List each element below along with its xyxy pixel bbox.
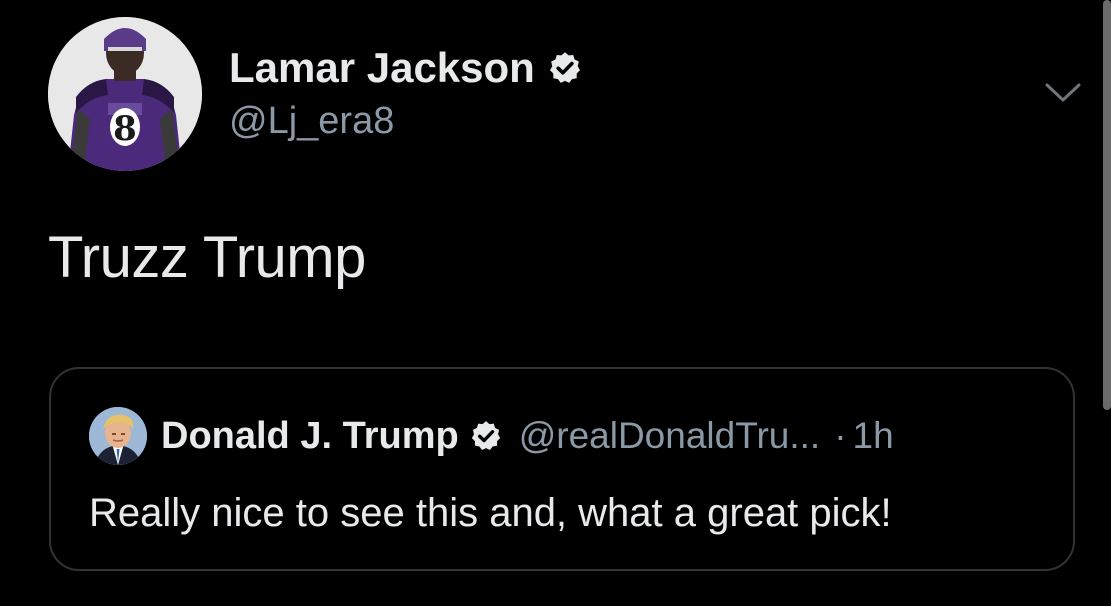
separator-dot: · [834,415,847,456]
quoted-author-handle[interactable]: @realDonaldTru... [519,415,820,457]
author-name[interactable]: Lamar Jackson [229,44,583,92]
quoted-author-name[interactable]: Donald J. Trump [161,415,459,458]
player-avatar-icon: 8 [48,17,202,171]
quoted-author-avatar[interactable] [89,407,147,465]
chevron-down-icon[interactable] [1044,82,1082,104]
quoted-tweet-timestamp[interactable]: 1h [853,415,894,457]
tweet-text: Truzz Trump [48,225,366,290]
verified-badge-icon [549,52,580,83]
verified-badge-icon [471,421,500,451]
author-handle[interactable]: @Lj_era8 [229,100,394,143]
svg-text:8: 8 [113,109,137,149]
scrollbar[interactable] [1103,0,1111,410]
user-avatar-icon [89,407,147,465]
quoted-tweet-card[interactable]: Donald J. Trump @realDonaldTru... · 1h R… [49,367,1075,571]
quoted-tweet-header: Donald J. Trump @realDonaldTru... · 1h [89,407,894,465]
quoted-tweet-text: Really nice to see this and, what a grea… [89,491,892,535]
author-name-text[interactable]: Lamar Jackson [229,44,535,92]
author-avatar[interactable]: 8 [48,17,202,171]
